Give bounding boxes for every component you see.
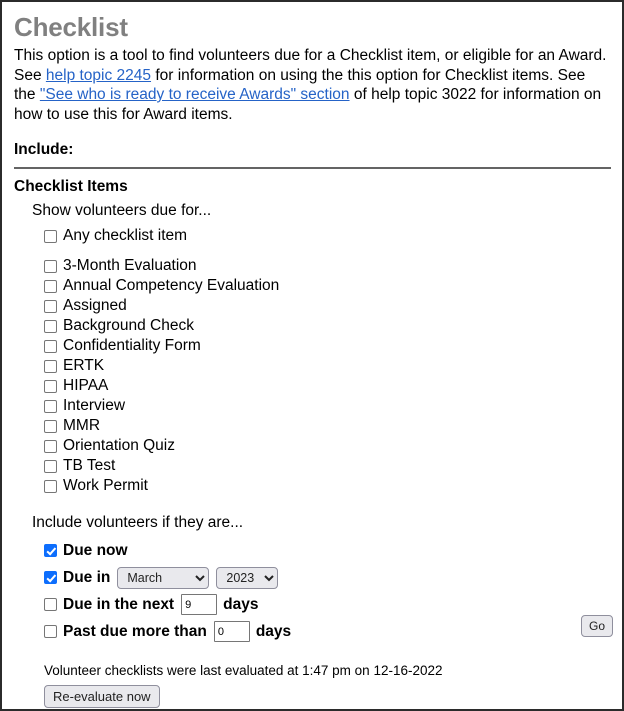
label-checklist-item: TB Test: [63, 457, 116, 474]
checkbox-row-checklist-item[interactable]: Interview: [44, 396, 610, 416]
include-label: Include:: [14, 141, 74, 158]
label-checklist-item: Work Permit: [63, 477, 148, 494]
label-any-checklist-item: Any checklist item: [63, 227, 188, 244]
checkbox-checklist-item[interactable]: [44, 339, 57, 353]
checkbox-row-due-now[interactable]: Due now: [44, 537, 610, 564]
label-checklist-item: MMR: [63, 417, 101, 434]
label-checklist-item: Interview: [63, 397, 126, 414]
checkbox-row-checklist-item[interactable]: 3-Month Evaluation: [44, 256, 610, 276]
awards-section-link[interactable]: "See who is ready to receive Awards" sec…: [40, 86, 350, 103]
checkbox-row-due-next[interactable]: Due in the next days: [44, 591, 610, 618]
label-checklist-item: HIPAA: [63, 377, 109, 394]
help-topic-2245-link[interactable]: help topic 2245: [46, 67, 151, 84]
year-select[interactable]: 20212022202320242025: [216, 566, 279, 589]
month-select[interactable]: JanuaryFebruaryMarchAprilMayJuneJulyAugu…: [117, 566, 210, 589]
include-volunteers-group: Include volunteers if they are... Due no…: [14, 514, 610, 645]
go-button[interactable]: Go: [580, 615, 613, 637]
checkbox-due-now[interactable]: [44, 544, 57, 557]
checklist-item-list: 3-Month Evaluation Annual Competency Eval…: [14, 256, 610, 496]
checkbox-due-in-the-next[interactable]: [44, 598, 57, 611]
checkbox-row-checklist-item[interactable]: TB Test: [44, 456, 610, 476]
checkbox-checklist-item[interactable]: [44, 399, 57, 413]
last-evaluated-text: Volunteer checklists were last evaluated…: [44, 663, 443, 678]
footer-section: Volunteer checklists were last evaluated…: [44, 663, 610, 708]
section-divider: [14, 167, 611, 169]
label-checklist-item: Orientation Quiz: [63, 437, 175, 454]
page-title: Checklist: [14, 12, 128, 42]
checkbox-row-checklist-item[interactable]: ERTK: [44, 356, 610, 376]
checkbox-row-checklist-item[interactable]: Work Permit: [44, 476, 610, 496]
label-due-in-the-next: Due in the next: [63, 595, 175, 613]
label-checklist-item: 3-Month Evaluation: [63, 257, 197, 274]
checklist-page: Checklist This option is a tool to find …: [0, 0, 624, 711]
checkbox-row-checklist-item[interactable]: HIPAA: [44, 376, 610, 396]
label-due-now: Due now: [63, 541, 128, 559]
checklist-items-heading: Checklist Items: [14, 178, 128, 195]
checkbox-row-checklist-item[interactable]: Confidentiality Form: [44, 336, 610, 356]
checkbox-checklist-item[interactable]: [44, 319, 57, 333]
intro-paragraph: This option is a tool to find volunteers…: [14, 46, 610, 124]
label-checklist-item: ERTK: [63, 357, 105, 374]
label-checklist-item: Confidentiality Form: [63, 337, 201, 354]
label-due-next-days-unit: days: [223, 595, 259, 613]
show-volunteers-label: Show volunteers due for...: [32, 202, 212, 219]
checkbox-any-checklist-item[interactable]: [44, 229, 57, 243]
checkbox-row-checklist-item[interactable]: MMR: [44, 416, 610, 436]
checkbox-checklist-item[interactable]: [44, 279, 57, 293]
checkbox-checklist-item[interactable]: [44, 299, 57, 313]
label-checklist-item: Assigned: [63, 297, 127, 314]
checkbox-checklist-item[interactable]: [44, 379, 57, 393]
label-due-in: Due in: [63, 568, 111, 586]
due-next-days-input[interactable]: [181, 594, 218, 615]
checkbox-row-any-checklist-item[interactable]: Any checklist item: [44, 226, 610, 246]
label-checklist-item: Annual Competency Evaluation: [63, 277, 280, 294]
checkbox-checklist-item[interactable]: [44, 459, 57, 473]
checkbox-row-due-in[interactable]: Due in JanuaryFebruaryMarchAprilMayJuneJ…: [44, 564, 610, 591]
checkbox-checklist-item[interactable]: [44, 419, 57, 433]
checkbox-row-checklist-item[interactable]: Annual Competency Evaluation: [44, 276, 610, 296]
checkbox-due-in[interactable]: [44, 571, 57, 584]
checkbox-checklist-item[interactable]: [44, 439, 57, 453]
checkbox-row-past-due[interactable]: Past due more than days: [44, 618, 610, 645]
checkbox-checklist-item[interactable]: [44, 259, 57, 273]
checkbox-past-due-more-than[interactable]: [44, 625, 57, 638]
checkbox-row-checklist-item[interactable]: Background Check: [44, 316, 610, 336]
past-due-days-input[interactable]: [213, 621, 250, 642]
checkbox-row-checklist-item[interactable]: Assigned: [44, 296, 610, 316]
label-past-due-more-than: Past due more than: [63, 622, 207, 640]
label-past-due-days-unit: days: [255, 622, 292, 640]
label-checklist-item: Background Check: [63, 317, 194, 334]
re-evaluate-now-button[interactable]: Re-evaluate now: [44, 685, 160, 708]
checkbox-checklist-item[interactable]: [44, 359, 57, 373]
include-volunteers-heading: Include volunteers if they are...: [32, 514, 244, 531]
checkbox-checklist-item[interactable]: [44, 479, 57, 493]
checkbox-row-checklist-item[interactable]: Orientation Quiz: [44, 436, 610, 456]
